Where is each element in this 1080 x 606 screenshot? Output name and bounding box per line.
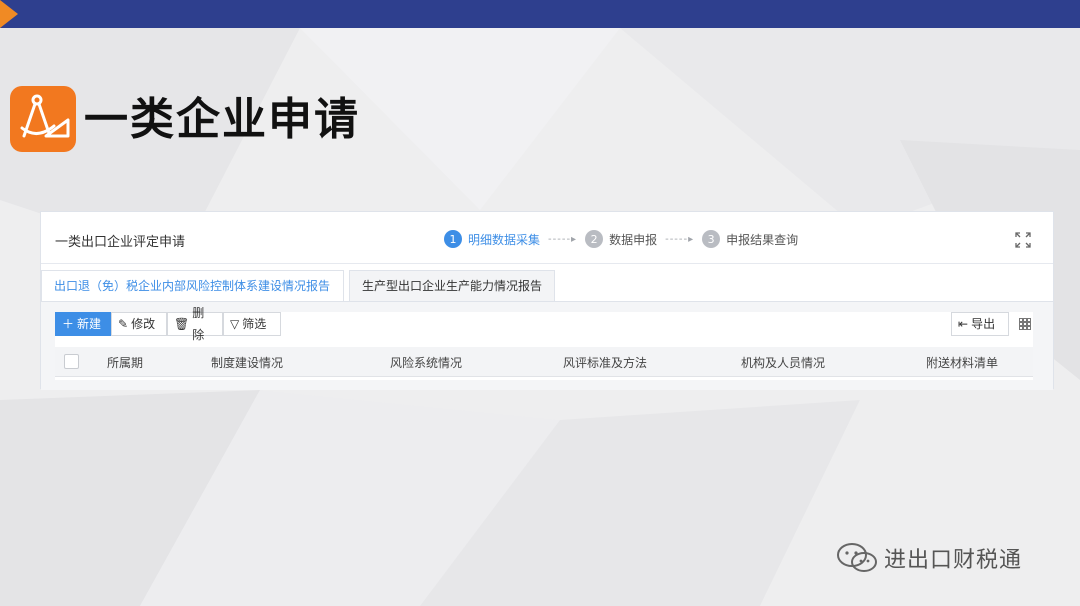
edit-icon: ✎ — [118, 317, 129, 331]
filter-icon: ▽ — [230, 317, 240, 331]
step-2-number: 2 — [585, 230, 604, 248]
export-icon: ⇤ — [958, 317, 969, 331]
table-container: ＋ 新建 ✎ 修改 🗑 删除 ▽ 筛选 ⇤ 导出 所属期 制度建设情况 风险系统… — [55, 306, 1033, 380]
tab-risk-control-report[interactable]: 出口退（免）税企业内部风险控制体系建设情况报告 — [41, 270, 344, 302]
new-button[interactable]: ＋ 新建 — [55, 312, 111, 336]
step-3-number: 3 — [702, 230, 721, 248]
tab-content: ＋ 新建 ✎ 修改 🗑 删除 ▽ 筛选 ⇤ 导出 所属期 制度建设情况 风险系统… — [41, 302, 1053, 390]
column-header-attachments[interactable]: 附送材料清单 — [926, 354, 998, 371]
watermark: 进出口财税通 — [836, 540, 1022, 576]
edit-button-label: 修改 — [131, 317, 156, 331]
step-3[interactable]: 3 申报结果查询 — [702, 230, 798, 248]
new-button-label: 新建 — [77, 317, 102, 331]
compass-ruler-icon — [10, 86, 76, 152]
export-button[interactable]: ⇤ 导出 — [951, 312, 1009, 336]
step-1[interactable]: 1 明细数据采集 — [444, 230, 540, 248]
app-panel: 一类出口企业评定申请 1 明细数据采集 -----▸ 2 数据申报 -----▸… — [40, 211, 1054, 390]
filter-button[interactable]: ▽ 筛选 — [223, 312, 281, 336]
delete-button-label: 删除 — [192, 306, 205, 342]
step-1-number: 1 — [444, 230, 462, 248]
step-progress: 1 明细数据采集 -----▸ 2 数据申报 -----▸ 3 申报结果查询 — [444, 228, 798, 250]
slide-title: 一类企业申请 — [84, 94, 360, 145]
top-arrow-decoration — [0, 0, 18, 28]
tab-production-capacity-report[interactable]: 生产型出口企业生产能力情况报告 — [349, 270, 555, 302]
column-header-organization-staff[interactable]: 机构及人员情况 — [741, 354, 825, 371]
column-header-risk-standard[interactable]: 风评标准及方法 — [563, 354, 647, 371]
panel-header: 一类出口企业评定申请 1 明细数据采集 -----▸ 2 数据申报 -----▸… — [41, 212, 1053, 264]
select-all-checkbox[interactable] — [64, 354, 79, 369]
column-header-risk-system[interactable]: 风险系统情况 — [390, 354, 462, 371]
column-settings-icon[interactable] — [1019, 318, 1031, 330]
fullscreen-icon[interactable] — [1015, 232, 1031, 248]
table-header-row: 所属期 制度建设情况 风险系统情况 风评标准及方法 机构及人员情况 附送材料清单 — [55, 347, 1033, 377]
step-arrow-icon: -----▸ — [548, 233, 578, 245]
wechat-icon — [837, 543, 877, 572]
step-2[interactable]: 2 数据申报 — [585, 230, 657, 248]
column-header-period[interactable]: 所属期 — [107, 354, 143, 371]
delete-button[interactable]: 🗑 删除 — [167, 306, 223, 342]
plus-icon: ＋ — [62, 317, 75, 331]
export-button-label: 导出 — [971, 317, 996, 331]
watermark-text: 进出口财税通 — [884, 548, 1023, 573]
panel-title: 一类出口企业评定申请 — [55, 235, 186, 250]
step-3-label: 申报结果查询 — [726, 232, 799, 247]
step-arrow-icon: -----▸ — [665, 233, 695, 245]
step-1-label: 明细数据采集 — [468, 232, 541, 247]
edit-button[interactable]: ✎ 修改 — [111, 312, 167, 336]
column-header-system-construction[interactable]: 制度建设情况 — [211, 354, 283, 371]
trash-icon: 🗑 — [174, 317, 190, 331]
top-banner — [0, 0, 1080, 28]
filter-button-label: 筛选 — [242, 317, 267, 331]
step-2-label: 数据申报 — [609, 232, 658, 247]
